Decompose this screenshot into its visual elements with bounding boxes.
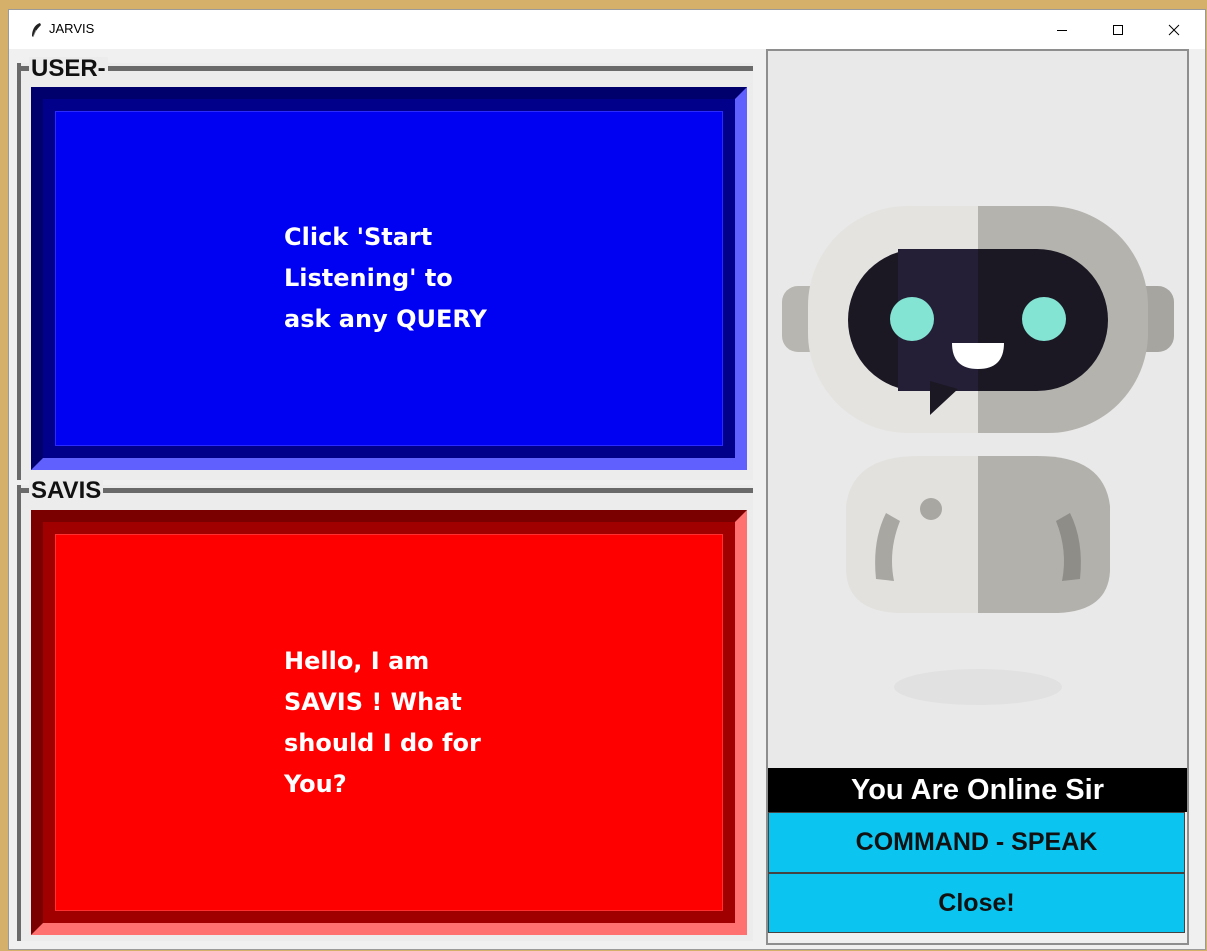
close-icon (1168, 24, 1180, 35)
online-status: You Are Online Sir (768, 768, 1187, 812)
command-speak-button[interactable]: COMMAND - SPEAK (768, 812, 1185, 873)
sidebar: You Are Online Sir COMMAND - SPEAK Close… (766, 49, 1189, 945)
app-window: JARVIS USER- Click 'Start Listening' to … (9, 10, 1205, 949)
robot-illustration (782, 206, 1174, 705)
assistant-frame-border (21, 488, 753, 493)
user-frame-border (21, 66, 753, 71)
assistant-message-text: Hello, I am SAVIS ! What should I do for… (284, 646, 481, 798)
client-area: USER- Click 'Start Listening' to ask any… (9, 49, 1205, 949)
minimize-icon (1057, 29, 1067, 31)
maximize-icon (1113, 24, 1123, 35)
assistant-frame-label: SAVIS (29, 477, 104, 504)
user-panel-frame: Click 'Start Listening' to ask any QUERY (31, 87, 747, 470)
title-bar[interactable]: JARVIS (9, 10, 1205, 49)
assistant-panel-frame: Hello, I am SAVIS ! What should I do for… (31, 510, 747, 935)
robot-image-area (768, 51, 1187, 768)
user-frame: USER- Click 'Start Listening' to ask any… (17, 57, 753, 480)
close-window-button[interactable] (1151, 10, 1197, 49)
window-title: JARVIS (49, 21, 95, 36)
close-button[interactable]: Close! (768, 873, 1185, 933)
minimize-button[interactable] (1039, 10, 1085, 49)
assistant-message-panel: Hello, I am SAVIS ! What should I do for… (55, 534, 723, 911)
user-frame-label: USER- (29, 55, 108, 82)
feather-icon (32, 23, 41, 38)
maximize-button[interactable] (1095, 10, 1141, 49)
assistant-frame: SAVIS Hello, I am SAVIS ! What should I … (17, 479, 753, 941)
user-message-text: Click 'Start Listening' to ask any QUERY (284, 223, 487, 333)
user-message-panel: Click 'Start Listening' to ask any QUERY (55, 111, 723, 446)
